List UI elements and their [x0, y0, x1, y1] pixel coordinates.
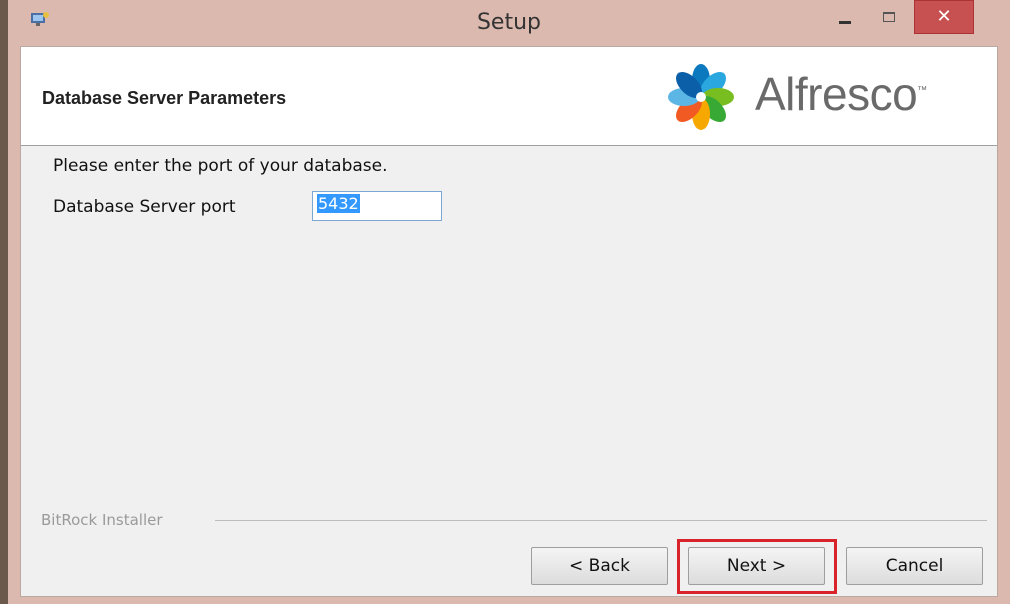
close-icon: ✕ — [936, 6, 952, 27]
next-button-highlight — [677, 539, 837, 594]
title-bar[interactable]: Setup ✕ — [8, 0, 1010, 46]
minimize-button[interactable] — [826, 0, 864, 34]
maximize-button[interactable] — [870, 0, 908, 34]
page-header: Database Server Parameters Alfresco™ — [21, 47, 997, 146]
port-input[interactable]: 5432 — [312, 191, 442, 221]
installer-brand: BitRock Installer — [41, 511, 163, 529]
instruction-text: Please enter the port of your database. — [53, 156, 388, 176]
port-value: 5432 — [317, 194, 360, 213]
footer-divider — [215, 520, 987, 521]
alfresco-logo: Alfresco™ — [659, 61, 979, 133]
installer-panel: Database Server Parameters Alfresco™ Ple… — [20, 46, 998, 597]
trademark-mark: ™ — [917, 85, 927, 96]
logo-text: Alfresco — [755, 68, 918, 120]
minimize-icon — [839, 20, 851, 24]
page-title: Database Server Parameters — [42, 88, 287, 108]
flower-icon — [668, 64, 734, 130]
logo-wordmark: Alfresco™ — [755, 67, 927, 121]
close-button[interactable]: ✕ — [914, 0, 974, 34]
cancel-button[interactable]: Cancel — [846, 547, 983, 585]
maximize-icon — [883, 12, 895, 22]
port-label: Database Server port — [53, 197, 236, 217]
back-button[interactable]: < Back — [531, 547, 668, 585]
setup-window: Setup ✕ Database Server Parameters Alfre… — [8, 0, 1010, 604]
